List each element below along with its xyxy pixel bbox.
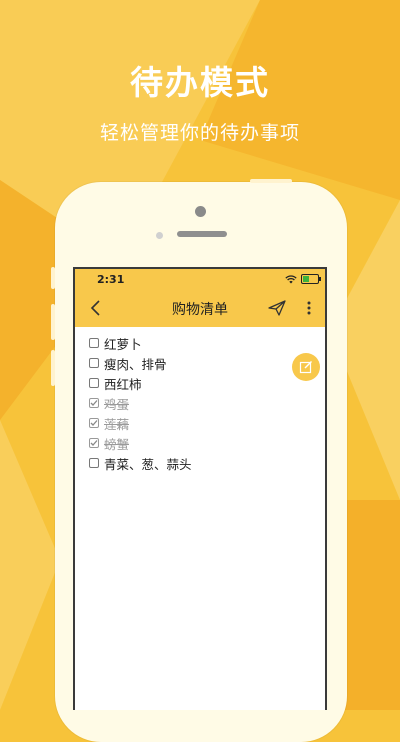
phone-mute-button <box>51 267 55 289</box>
todo-item[interactable]: 红萝卜 <box>89 333 325 353</box>
more-vertical-icon[interactable] <box>304 298 314 318</box>
checkbox[interactable] <box>89 378 99 388</box>
todo-item[interactable]: 螃蟹 <box>89 433 325 453</box>
phone-volume-up-button <box>51 304 55 340</box>
status-bar: 2:31 <box>75 269 325 289</box>
todo-item[interactable]: 青菜、葱、蒜头 <box>89 453 325 473</box>
promo-header: 待办模式 轻松管理你的待办事项 <box>0 56 400 145</box>
checkbox[interactable] <box>89 418 99 428</box>
todo-item-label: 西红柿 <box>104 376 142 392</box>
paper-plane-icon[interactable] <box>267 298 287 318</box>
todo-item[interactable]: 鸡蛋 <box>89 393 325 413</box>
todo-item[interactable]: 西红柿 <box>89 373 325 393</box>
todo-item[interactable]: 瘦肉、排骨 <box>89 353 325 373</box>
phone-power-button <box>250 179 292 183</box>
checkbox[interactable] <box>89 338 99 348</box>
checkbox[interactable] <box>89 458 99 468</box>
earpiece-speaker <box>177 231 227 237</box>
checkbox[interactable] <box>89 398 99 408</box>
front-camera <box>195 206 206 217</box>
status-time: 2:31 <box>97 272 125 286</box>
battery-icon <box>301 274 321 284</box>
todo-item-label: 鸡蛋 <box>104 396 130 412</box>
edit-icon <box>299 361 312 374</box>
todo-item-label: 莲藕 <box>104 416 130 432</box>
promo-subtitle: 轻松管理你的待办事项 <box>99 122 300 144</box>
todo-item[interactable]: 莲藕 <box>89 413 325 433</box>
edit-button[interactable] <box>292 353 320 381</box>
app-screen: 2:31 购物清单 红萝卜 瘦肉、排骨 西红柿 鸡蛋 莲藕 螃蟹 青菜、葱、蒜头 <box>73 267 327 710</box>
todo-item-label: 螃蟹 <box>104 436 130 452</box>
proximity-sensor <box>156 232 163 239</box>
todo-item-label: 瘦肉、排骨 <box>104 356 167 372</box>
checkbox[interactable] <box>89 358 99 368</box>
promo-title: 待办模式 <box>130 63 270 102</box>
todo-item-label: 红萝卜 <box>104 336 142 352</box>
page-title: 购物清单 <box>172 302 228 318</box>
checkbox[interactable] <box>89 438 99 448</box>
phone-volume-down-button <box>51 350 55 386</box>
todo-item-label: 青菜、葱、蒜头 <box>104 456 192 472</box>
wifi-icon <box>285 274 297 283</box>
todo-list: 红萝卜 瘦肉、排骨 西红柿 鸡蛋 莲藕 螃蟹 青菜、葱、蒜头 <box>75 327 325 473</box>
navbar: 购物清单 <box>75 289 325 327</box>
